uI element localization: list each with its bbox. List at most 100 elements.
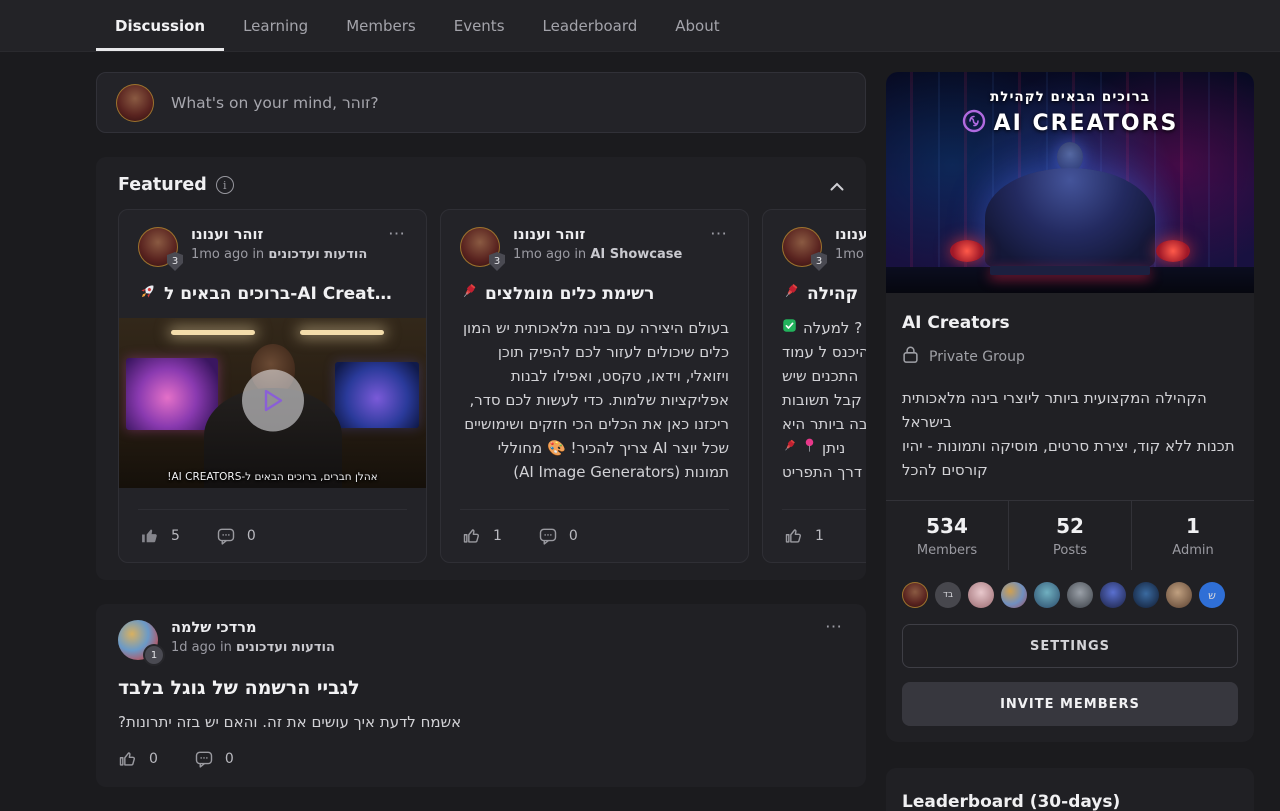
rocket-emoji bbox=[138, 282, 157, 306]
comment-icon bbox=[216, 526, 236, 546]
banner-welcome-text: ברוכים הבאים לקהילת bbox=[886, 89, 1254, 105]
featured-section: Featured i 3 זוהר וענונו 1mo ago in הודע… bbox=[96, 157, 866, 580]
like-count: 1 bbox=[815, 528, 824, 544]
post-title[interactable]: ברוכים הבאים ל-AI Creat… bbox=[164, 284, 392, 304]
monitor-left bbox=[126, 358, 218, 430]
thumbs-up-icon bbox=[784, 526, 804, 546]
member-avatar[interactable] bbox=[1133, 582, 1159, 608]
group-description: הקהילה המקצועית ביותר ליוצרי בינה מלאכות… bbox=[902, 386, 1238, 500]
member-avatar[interactable] bbox=[1100, 582, 1126, 608]
category-link[interactable]: הודעות ועדכונים bbox=[236, 640, 335, 655]
comment-icon bbox=[194, 749, 214, 769]
leaderboard-title: Leaderboard (30-days) bbox=[902, 792, 1238, 811]
avatar[interactable]: 3 bbox=[782, 227, 822, 267]
stat-members[interactable]: 534 Members bbox=[886, 501, 1008, 570]
group-cover-image: ברוכים הבאים לקהילת AI CREATORS bbox=[886, 72, 1254, 293]
post-body: אשמח לדעת איך עושים את זה. והאם יש בזה י… bbox=[118, 713, 844, 731]
stat-posts[interactable]: 52 Posts bbox=[1008, 501, 1131, 570]
post-title[interactable]: לגביי הרשמה של גוגל בלבד bbox=[118, 677, 844, 699]
member-avatar[interactable] bbox=[1001, 582, 1027, 608]
level-badge: 3 bbox=[167, 252, 183, 271]
group-tab-bar: Discussion Learning Members Events Leade… bbox=[0, 0, 1280, 52]
group-name: AI Creators bbox=[902, 313, 1238, 333]
avatar[interactable]: 3 bbox=[460, 227, 500, 267]
like-count: 0 bbox=[149, 751, 158, 767]
thumbs-up-icon bbox=[118, 749, 138, 769]
more-menu-button[interactable]: ⋯ bbox=[708, 227, 729, 241]
privacy-label: Private Group bbox=[929, 349, 1025, 365]
leaderboard-card: Leaderboard (30-days) bbox=[886, 768, 1254, 811]
comment-count: 0 bbox=[569, 528, 578, 544]
member-avatar[interactable]: בד bbox=[935, 582, 961, 608]
settings-button[interactable]: SETTINGS bbox=[902, 624, 1238, 668]
featured-cards-row: 3 זוהר וענונו 1mo ago in הודעות ועדכונים… bbox=[96, 209, 866, 563]
post-body: בעולם היצירה עם בינה מלאכותית יש המון כל… bbox=[460, 316, 729, 484]
featured-title: Featured bbox=[118, 175, 207, 195]
play-button[interactable] bbox=[242, 370, 304, 432]
tab-about[interactable]: About bbox=[656, 0, 738, 51]
check-emoji bbox=[782, 316, 797, 340]
comment-button[interactable]: 0 bbox=[216, 526, 256, 546]
post-title[interactable]: רשימת כלים מומלצים bbox=[485, 284, 654, 304]
like-button[interactable]: 1 bbox=[462, 526, 502, 546]
comment-icon bbox=[538, 526, 558, 546]
pushpin-emoji bbox=[782, 436, 797, 460]
tab-members[interactable]: Members bbox=[327, 0, 435, 51]
featured-card-tools[interactable]: 3 זוהר וענונו 1mo ago in AI Showcase ⋯ ר… bbox=[440, 209, 749, 563]
video-thumbnail[interactable]: אהלן חברים, ברוכים הבאים ל-AI CREATORS! bbox=[119, 318, 426, 488]
more-menu-button[interactable]: ⋯ bbox=[386, 227, 407, 241]
author-name[interactable]: מרדכי שלמה bbox=[171, 620, 335, 636]
category-link[interactable]: הודעות ועדכונים bbox=[268, 247, 367, 262]
post-composer[interactable]: What's on your mind, זוהר? bbox=[96, 72, 866, 133]
studio-light bbox=[171, 330, 255, 335]
post-title[interactable]: קהילה bbox=[807, 284, 858, 304]
invite-members-button[interactable]: INVITE MEMBERS bbox=[902, 682, 1238, 726]
author-name[interactable]: זוהר וענונו bbox=[835, 227, 866, 243]
author-name[interactable]: זוהר וענונו bbox=[191, 227, 367, 243]
post-meta: 1mo ago in bbox=[835, 247, 866, 262]
group-stats: 534 Members 52 Posts 1 Admin bbox=[886, 500, 1254, 570]
pushpin-emoji bbox=[460, 282, 478, 305]
group-info-card: ברוכים הבאים לקהילת AI CREATORS AI Creat… bbox=[886, 72, 1254, 742]
post-meta: 1mo ago in AI Showcase bbox=[513, 247, 682, 262]
comment-button[interactable]: 0 bbox=[194, 749, 234, 769]
comment-count: 0 bbox=[247, 528, 256, 544]
tab-leaderboard[interactable]: Leaderboard bbox=[524, 0, 657, 51]
info-icon[interactable]: i bbox=[216, 176, 234, 194]
lock-icon bbox=[902, 345, 919, 368]
avatar[interactable]: 3 bbox=[138, 227, 178, 267]
like-button[interactable]: 1 bbox=[784, 526, 824, 546]
banner-brand-text: AI CREATORS bbox=[994, 111, 1179, 136]
brain-icon bbox=[962, 109, 986, 137]
thumbs-up-icon bbox=[462, 526, 482, 546]
member-avatar[interactable] bbox=[1067, 582, 1093, 608]
more-menu-button[interactable]: ⋯ bbox=[823, 620, 844, 634]
member-avatar[interactable] bbox=[968, 582, 994, 608]
post-meta: 1mo ago in הודעות ועדכונים bbox=[191, 247, 367, 262]
member-avatar-row: בד ש bbox=[886, 570, 1254, 624]
chevron-up-icon[interactable] bbox=[830, 176, 844, 195]
featured-card-welcome[interactable]: 3 זוהר וענונו 1mo ago in הודעות ועדכונים… bbox=[118, 209, 427, 563]
member-avatar[interactable] bbox=[1034, 582, 1060, 608]
tab-learning[interactable]: Learning bbox=[224, 0, 327, 51]
tab-events[interactable]: Events bbox=[435, 0, 524, 51]
video-caption: אהלן חברים, ברוכים הבאים ל-AI CREATORS! bbox=[119, 471, 426, 483]
tab-discussion[interactable]: Discussion bbox=[96, 0, 224, 51]
avatar[interactable]: 1 bbox=[118, 620, 158, 660]
studio-light bbox=[300, 330, 384, 335]
like-button[interactable]: 0 bbox=[118, 749, 158, 769]
featured-card-community[interactable]: 3 זוהר וענונו 1mo ago in קהילה bbox=[762, 209, 866, 563]
member-avatar[interactable] bbox=[902, 582, 928, 608]
post-meta: 1d ago in הודעות ועדכונים bbox=[171, 640, 335, 655]
comment-button[interactable]: 0 bbox=[538, 526, 578, 546]
level-badge: 3 bbox=[489, 252, 505, 271]
category-link[interactable]: AI Showcase bbox=[590, 247, 682, 262]
composer-prompt: What's on your mind, זוהר? bbox=[171, 94, 379, 112]
member-avatar[interactable]: ש bbox=[1199, 582, 1225, 608]
member-avatar[interactable] bbox=[1166, 582, 1192, 608]
feed-post[interactable]: 1 מרדכי שלמה 1d ago in הודעות ועדכונים ⋯… bbox=[96, 604, 866, 787]
like-button[interactable]: 5 bbox=[140, 526, 180, 546]
like-count: 1 bbox=[493, 528, 502, 544]
stat-admin[interactable]: 1 Admin bbox=[1131, 501, 1254, 570]
author-name[interactable]: זוהר וענונו bbox=[513, 227, 682, 243]
